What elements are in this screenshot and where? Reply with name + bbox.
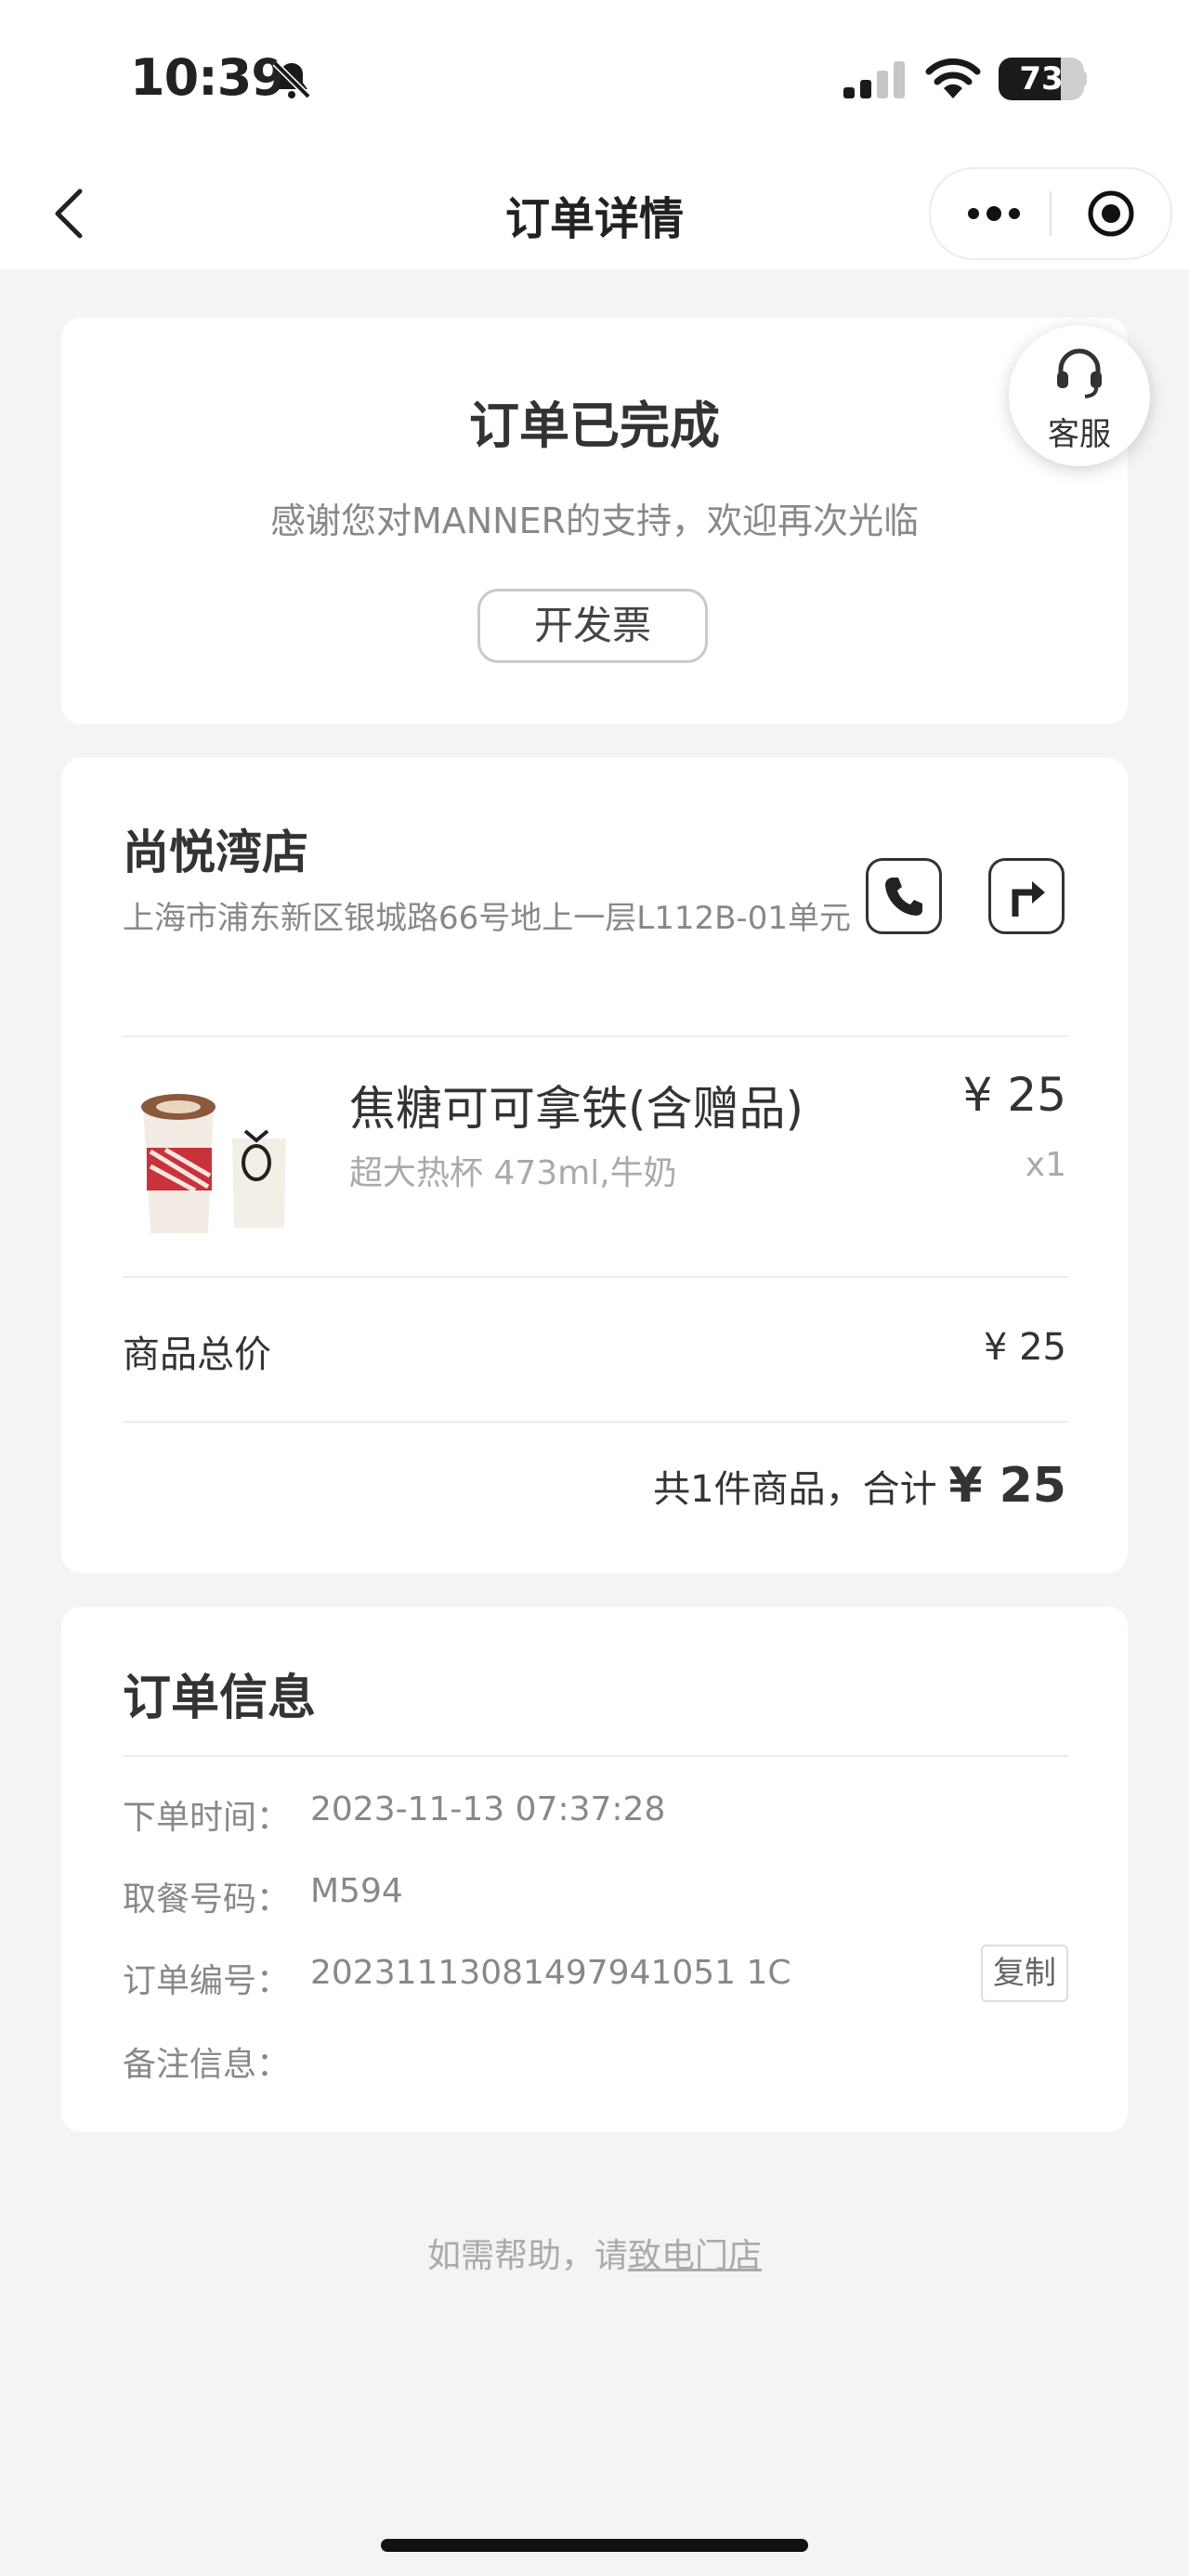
status-bar: 10:39 73 xyxy=(0,0,1189,158)
order-info-title: 订单信息 xyxy=(123,1671,317,1726)
status-time: 10:39 xyxy=(130,48,286,107)
order-status-title: 订单已完成 xyxy=(469,397,720,455)
product-price: ¥ 25 xyxy=(962,1068,1066,1122)
order-status-subtitle: 感谢您对MANNER的支持，欢迎再次光临 xyxy=(269,501,920,541)
navigate-store-button[interactable] xyxy=(988,858,1065,934)
nav-bar: 订单详情 xyxy=(0,158,1189,269)
customer-service-button[interactable]: 客服 xyxy=(1009,325,1150,466)
pickup-number-label: 取餐号码： xyxy=(123,1880,291,1919)
battery-percent: 73 xyxy=(1019,60,1064,98)
pickup-number-value: M594 xyxy=(310,1872,403,1910)
order-summary: 共1件商品，合计 ¥ 25 xyxy=(653,1458,1066,1514)
copy-order-number-button[interactable]: 复制 xyxy=(981,1945,1068,2002)
remark-label: 备注信息： xyxy=(123,2046,291,2084)
order-items-card: 尚悦湾店 上海市浦东新区银城路66号地上一层L112B-01单元 焦糖可可拿铁(… xyxy=(61,758,1128,1573)
product-image xyxy=(141,1094,286,1233)
divider xyxy=(123,1755,1068,1757)
summary-total: ¥ 25 xyxy=(948,1458,1066,1514)
capsule-divider xyxy=(1050,191,1052,236)
battery-tip xyxy=(1079,71,1087,87)
battery-indicator: 73 xyxy=(999,58,1084,100)
summary-prefix: 共1件商品，合计 xyxy=(653,1468,937,1511)
phone-icon xyxy=(885,878,922,916)
goods-total-value: ¥ 25 xyxy=(983,1326,1066,1369)
home-indicator xyxy=(381,2539,808,2552)
divider xyxy=(123,1035,1068,1037)
goods-total-label: 商品总价 xyxy=(123,1334,271,1376)
order-info-card: 订单信息 下单时间： 2023-11-13 07:37:28 取餐号码： M59… xyxy=(61,1607,1128,2132)
wifi-icon xyxy=(925,58,981,98)
help-prefix: 如需帮助，请 xyxy=(426,2237,628,2275)
headset-icon xyxy=(1057,348,1102,398)
store-name: 尚悦湾店 xyxy=(123,826,308,879)
order-status-card: 订单已完成 感谢您对MANNER的支持，欢迎再次光临 开发票 xyxy=(61,318,1128,724)
product-name: 焦糖可可拿铁(含赠品) xyxy=(349,1082,804,1136)
order-number-label: 订单编号： xyxy=(123,1962,291,2000)
product-quantity: x1 xyxy=(1025,1146,1066,1184)
help-text: 如需帮助，请致电门店 xyxy=(0,2229,1189,2277)
order-number-value: 20231113081497941051 1C xyxy=(310,1954,791,1992)
bell-slash-icon xyxy=(272,60,311,99)
divider xyxy=(123,1276,1068,1278)
customer-service-label: 客服 xyxy=(1048,416,1111,453)
call-store-button[interactable] xyxy=(866,858,942,934)
invoice-button[interactable]: 开发票 xyxy=(477,589,708,663)
miniprogram-capsule xyxy=(929,167,1172,260)
target-circle-icon[interactable] xyxy=(1087,189,1135,238)
order-time-label: 下单时间： xyxy=(123,1799,291,1837)
order-time-value: 2023-11-13 07:37:28 xyxy=(310,1790,666,1828)
divider xyxy=(123,1421,1068,1423)
product-spec: 超大热杯 473ml,牛奶 xyxy=(349,1154,677,1192)
call-store-link[interactable]: 致电门店 xyxy=(628,2237,762,2275)
store-address: 上海市浦东新区银城路66号地上一层L112B-01单元 xyxy=(123,900,851,937)
route-arrow-icon xyxy=(1012,881,1045,917)
cellular-signal-icon xyxy=(843,61,905,98)
more-dots-icon[interactable] xyxy=(966,202,1022,225)
